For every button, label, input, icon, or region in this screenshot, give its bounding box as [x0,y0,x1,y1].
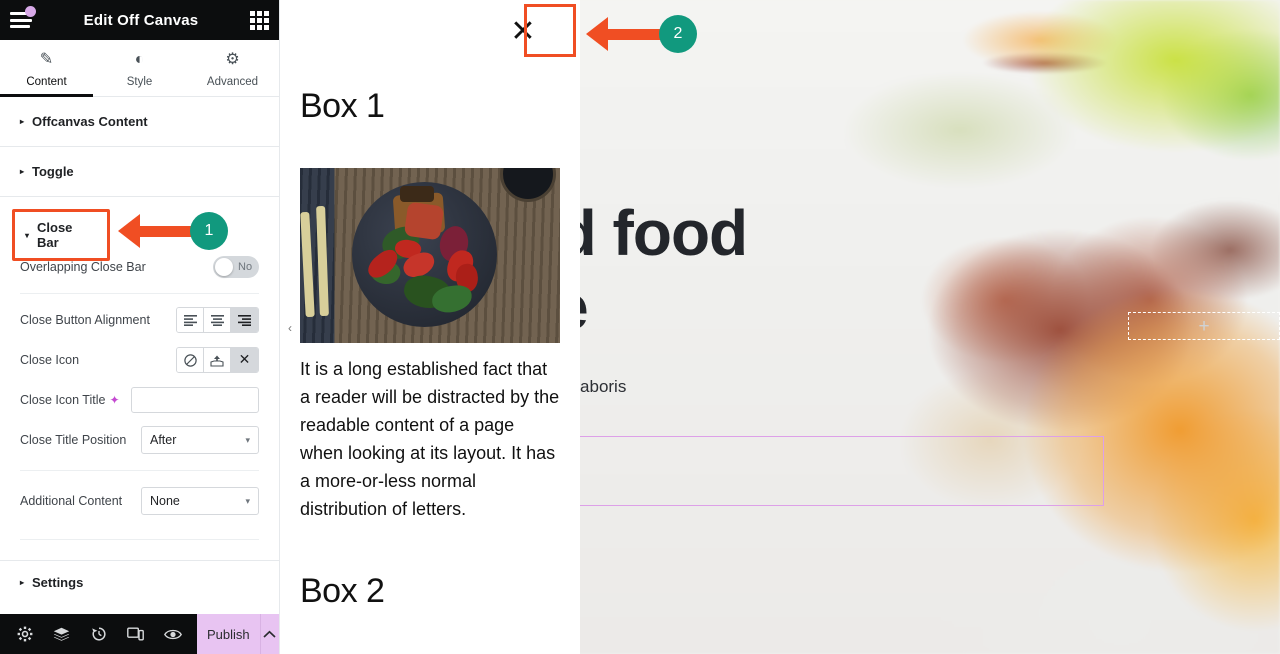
tab-style[interactable]: ◐ Style [93,40,186,96]
close-icon-title-text: Close Icon Title [20,393,106,407]
tab-style-label: Style [126,76,153,88]
divider [20,293,259,294]
chevron-right-icon: ▸ [20,117,25,126]
close-icon-label: Close Icon [20,353,80,367]
upload-icon[interactable] [204,348,231,372]
section-selection-outline[interactable] [578,436,1104,506]
additional-content-label: Additional Content [20,494,123,508]
close-icon-group: ✕ [176,347,259,373]
divider [20,539,259,540]
x-close-icon[interactable]: ✕ [231,348,258,372]
align-center-glyph [210,314,224,326]
section-close-bar[interactable]: ▾ Close Bar [12,209,110,261]
section-offcanvas-content[interactable]: ▸ Offcanvas Content [0,97,279,147]
tab-content-label: Content [26,76,67,88]
close-button-alignment-label: Close Button Alignment [20,313,150,327]
panel-tabs: ✎ Content ◐ Style ⚙ Advanced [0,40,279,97]
align-left-icon[interactable] [177,308,204,332]
field-additional-content: Additional Content None ▾ [20,481,259,521]
responsive-glyph [127,627,144,641]
chevron-right-icon: ▸ [20,167,25,176]
align-right-icon[interactable] [231,308,258,332]
navigator-layers-icon[interactable] [43,614,80,654]
additional-content-value: None [150,494,180,508]
half-circle-contrast-icon: ◐ [134,51,145,68]
section-toggle-label: Toggle [32,164,74,179]
x-glyph: ✕ [238,352,251,368]
field-close-icon: Close Icon ✕ [20,340,259,380]
publish-button[interactable]: Publish [197,614,260,654]
additional-content-select[interactable]: None ▾ [141,487,259,515]
gear-icon: ⚙ [225,51,240,68]
upload-glyph [210,355,224,367]
offcanvas-preview-panel[interactable]: ✕ Box 1 It is a long established fact th… [280,0,580,654]
annotation-highlight-box-close-button [524,4,576,57]
close-icon-title-input[interactable] [131,387,259,413]
panel-footer-toolbar: Publish [0,614,279,654]
ban-glyph [183,353,197,367]
chevron-down-icon: ▾ [245,495,250,506]
close-bar-fields: Overlapping Close Bar No Close Button Al… [0,239,279,550]
chevron-right-icon: ▸ [20,578,25,587]
annotation-badge-2: 2 [659,15,697,53]
panel-scroll-area[interactable]: ▸ Offcanvas Content ▸ Toggle ▾ Close Bar… [0,97,279,614]
chevron-down-icon: ▾ [245,434,250,445]
offcanvas-paragraph: It is a long established fact that a rea… [300,359,560,519]
layers-glyph [53,627,70,641]
settings-gear-icon[interactable] [6,614,43,654]
image-food-4 [403,201,445,241]
grid-apps-icon[interactable] [250,10,269,30]
offcanvas-image[interactable] [300,168,560,343]
pencil-icon: ✎ [39,51,54,68]
toggle-knob [215,258,233,276]
panel-header: Edit Off Canvas [0,0,279,40]
tab-content[interactable]: ✎ Content [0,40,93,97]
section-settings[interactable]: ▸ Settings [0,560,279,604]
toggle-value: No [238,261,253,273]
align-center-icon[interactable] [204,308,231,332]
panel-collapse-chevron-icon[interactable]: ‹ [283,318,297,338]
annotation-badge-1: 1 [190,212,228,250]
field-close-title-position: Close Title Position After ▾ [20,420,259,460]
history-glyph [91,627,106,641]
image-food-2 [400,186,434,202]
section-offcanvas-content-label: Offcanvas Content [32,114,148,129]
responsive-preview-icon[interactable] [117,614,154,654]
publish-options-chevron-up-icon[interactable] [259,614,279,654]
close-title-position-label: Close Title Position [20,433,127,447]
close-icon-title-label: Close Icon Title ✦ [20,393,120,407]
add-element-placeholder[interactable]: + [1128,312,1280,340]
eye-glyph [163,629,182,639]
chevron-up-glyph [263,630,276,638]
close-title-position-select[interactable]: After ▾ [141,426,259,454]
notification-dot-icon [25,6,36,17]
align-right-glyph [238,314,251,326]
panel-title: Edit Off Canvas [83,11,199,29]
tab-advanced[interactable]: ⚙ Advanced [186,40,279,96]
offcanvas-heading-box1: Box 1 [300,87,385,125]
section-settings-label: Settings [32,575,84,590]
no-icon-icon[interactable] [177,348,204,372]
preview-eye-icon[interactable] [154,614,191,654]
section-close-bar-label: Close Bar [37,220,73,250]
align-left-glyph [183,314,197,326]
tab-advanced-label: Advanced [206,76,259,88]
field-close-icon-title: Close Icon Title ✦ [20,380,259,420]
plus-icon: + [1198,315,1210,337]
offcanvas-heading-box2: Box 2 [300,572,385,610]
ai-sparkle-icon: ✦ [109,393,120,407]
chevron-down-icon: ▾ [25,230,30,240]
overlapping-close-bar-toggle[interactable]: No [213,256,259,278]
close-button-alignment-group [176,307,259,333]
gear-glyph [17,626,32,642]
divider [20,470,259,471]
field-close-button-alignment: Close Button Alignment [20,300,259,340]
history-revisions-icon[interactable] [80,614,117,654]
close-title-position-value: After [150,433,177,447]
elementor-editor-panel: Edit Off Canvas ✎ Content ◐ Style ⚙ Adva… [0,0,280,654]
overlapping-close-bar-label: Overlapping Close Bar [20,260,146,274]
section-toggle[interactable]: ▸ Toggle [0,147,279,197]
